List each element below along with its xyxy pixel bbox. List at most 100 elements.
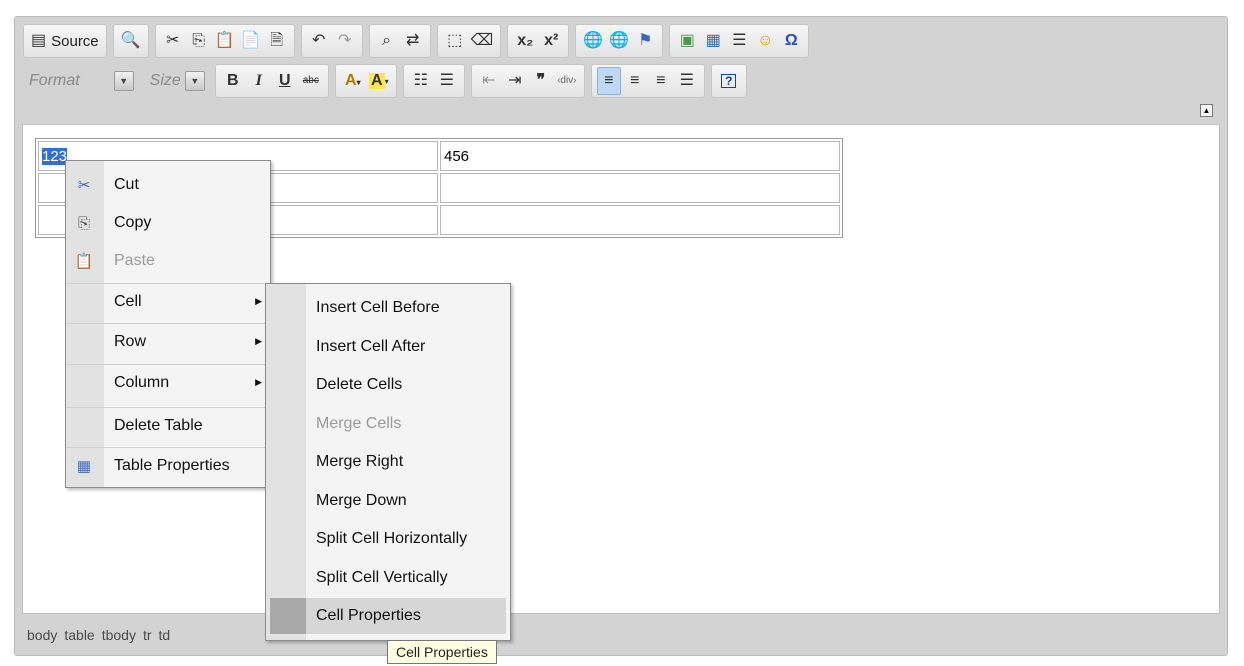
context-menu-item-cell[interactable]: Cell ▶ (66, 283, 270, 319)
subscript-button[interactable]: x₂ (513, 27, 537, 55)
find-button[interactable]: ⌕ (375, 27, 399, 55)
smiley-button[interactable]: ☺ (753, 27, 777, 55)
cell-menu-item-insert-cell-after[interactable]: Insert Cell After (266, 329, 510, 365)
help-button[interactable]: ? (717, 67, 741, 95)
image-button[interactable]: ▣ (675, 27, 699, 55)
replace-button[interactable]: ⇄ (401, 27, 425, 55)
element-path-item[interactable]: tr (143, 627, 152, 643)
element-path-item[interactable]: tbody (102, 627, 136, 643)
chevron-right-icon: ▶ (255, 377, 262, 387)
outdent-button[interactable]: ⇤ (477, 67, 501, 95)
indent-button[interactable]: ⇥ (503, 67, 527, 95)
bold-button[interactable]: B (221, 67, 245, 95)
select-all-button[interactable]: ⬚ (443, 27, 467, 55)
context-menu-item-delete-table[interactable]: Delete Table (66, 407, 270, 443)
table-cell[interactable] (440, 205, 840, 235)
redo-button[interactable]: ↷ (333, 27, 357, 55)
italic-button[interactable]: I (247, 67, 271, 95)
cell-menu-item-split-cell-vertically[interactable]: Split Cell Vertically (266, 560, 510, 596)
cell-menu-item-cell-properties[interactable]: Cell Properties (270, 598, 506, 634)
align-left-button[interactable]: ≡ (596, 67, 621, 95)
horizontal-rule-button[interactable]: ☰ (727, 27, 751, 55)
menu-item-label: Cell Properties (316, 607, 421, 624)
cell-menu-item-delete-cells[interactable]: Delete Cells (266, 367, 510, 403)
table-cell[interactable]: 456 (440, 141, 840, 171)
element-path-item[interactable]: body (27, 627, 57, 643)
table-cell[interactable] (440, 173, 840, 203)
element-path-item[interactable]: td (159, 627, 171, 643)
remove-format-button[interactable]: ⌫ (469, 27, 496, 55)
context-menu-item-row[interactable]: Row ▶ (66, 323, 270, 359)
source-button[interactable]: ▤ Source (29, 27, 101, 55)
toolbar-group-history: ↶ ↷ (300, 24, 363, 58)
preview-button[interactable]: 🔍 (119, 27, 143, 55)
copy-button[interactable]: ⎘ (187, 27, 211, 55)
size-combo[interactable]: Size ▼ (144, 66, 205, 96)
align-right-button[interactable]: ≡ (649, 67, 673, 95)
chevron-down-icon[interactable]: ▼ (113, 71, 134, 91)
undo-icon: ↶ (311, 32, 326, 49)
align-left-icon: ≡ (604, 72, 614, 89)
menu-item-label: Split Cell Vertically (316, 568, 448, 586)
superscript-button[interactable]: x² (539, 27, 563, 55)
context-menu-item-copy[interactable]: ⎘ Copy (66, 205, 270, 241)
table-icon: ▦ (705, 32, 721, 49)
element-path-item[interactable]: table (64, 627, 94, 643)
cut-icon: ✂ (77, 177, 91, 194)
format-combo[interactable]: Format ▼ (23, 66, 134, 96)
context-menu-item-table-properties[interactable]: ▦ Table Properties (66, 447, 270, 483)
table-button[interactable]: ▦ (701, 27, 725, 55)
bulleted-list-button[interactable]: ☰ (435, 67, 459, 95)
undo-button[interactable]: ↶ (307, 27, 331, 55)
hover-gutter-highlight (270, 598, 306, 634)
underline-button[interactable]: U (273, 67, 297, 95)
cell-menu-item-merge-right[interactable]: Merge Right (266, 444, 510, 480)
text-color-icon: A▾ (345, 72, 361, 89)
copy-icon: ⎘ (192, 32, 206, 49)
collapse-toolbar-button[interactable]: ▲ (1200, 104, 1213, 117)
strike-button[interactable]: abc (299, 67, 323, 95)
menu-item-label: Cell (114, 292, 142, 310)
align-center-button[interactable]: ≡ (623, 67, 647, 95)
context-menu: ✂ Cut ⎘ Copy 📋 Paste Cell ▶ Row ▶ Column ▶ Delete Ta… (65, 160, 271, 488)
blockquote-button[interactable]: ❞ (529, 67, 553, 95)
align-justify-button[interactable]: ☰ (675, 67, 699, 95)
chevron-down-icon[interactable]: ▼ (184, 71, 205, 91)
toolbar-group-find: ⌕ ⇄ (368, 24, 431, 58)
unlink-button[interactable]: 🌐 (607, 27, 631, 55)
special-char-button[interactable]: Ω (779, 27, 803, 55)
link-button[interactable]: 🌐 (581, 27, 605, 55)
align-right-icon: ≡ (656, 72, 666, 89)
copy-icon: ⎘ (77, 214, 90, 232)
numbered-list-button[interactable]: ☷ (409, 67, 433, 95)
size-placeholder: Size (149, 72, 181, 89)
numbered-list-icon: ☷ (413, 72, 428, 89)
omega-icon: Ω (784, 32, 798, 49)
eraser-icon: ⌫ (470, 32, 494, 49)
select-all-icon: ⬚ (447, 32, 463, 49)
cut-button[interactable]: ✂ (161, 27, 185, 55)
paste-text-button[interactable]: 📄 (239, 27, 263, 55)
paste-button[interactable]: 📋 (213, 27, 237, 55)
context-menu-item-column[interactable]: Column ▶ (66, 364, 270, 400)
menu-item-label: Merge Right (316, 453, 404, 470)
cell-menu-item-insert-cell-before[interactable]: Insert Cell Before (266, 290, 510, 326)
menu-item-label: Column (114, 373, 170, 391)
paste-word-button[interactable]: 🗎 (265, 27, 289, 55)
cell-menu-item-split-cell-horizontally[interactable]: Split Cell Horizontally (266, 521, 510, 557)
div-button[interactable]: ‹div› (555, 67, 579, 95)
toolbar-group-select: ⬚ ⌫ (436, 24, 502, 58)
context-menu-item-cut[interactable]: ✂ Cut (66, 167, 270, 203)
bold-label: B (227, 72, 239, 89)
menu-item-label: Merge Cells (316, 414, 402, 432)
align-justify-icon: ☰ (679, 72, 694, 89)
bg-color-button[interactable]: A ▾ (367, 67, 391, 95)
toolbar-group-help: ? (710, 64, 747, 98)
cell-menu-item-merge-cells[interactable]: Merge Cells (266, 406, 510, 442)
context-menu-item-paste[interactable]: 📋 Paste (66, 243, 270, 279)
align-center-icon: ≡ (630, 72, 640, 89)
preview-icon: 🔍 (120, 32, 141, 49)
text-color-button[interactable]: A▾ (341, 67, 365, 95)
cell-menu-item-merge-down[interactable]: Merge Down (266, 483, 510, 519)
anchor-button[interactable]: ⚑ (633, 27, 657, 55)
